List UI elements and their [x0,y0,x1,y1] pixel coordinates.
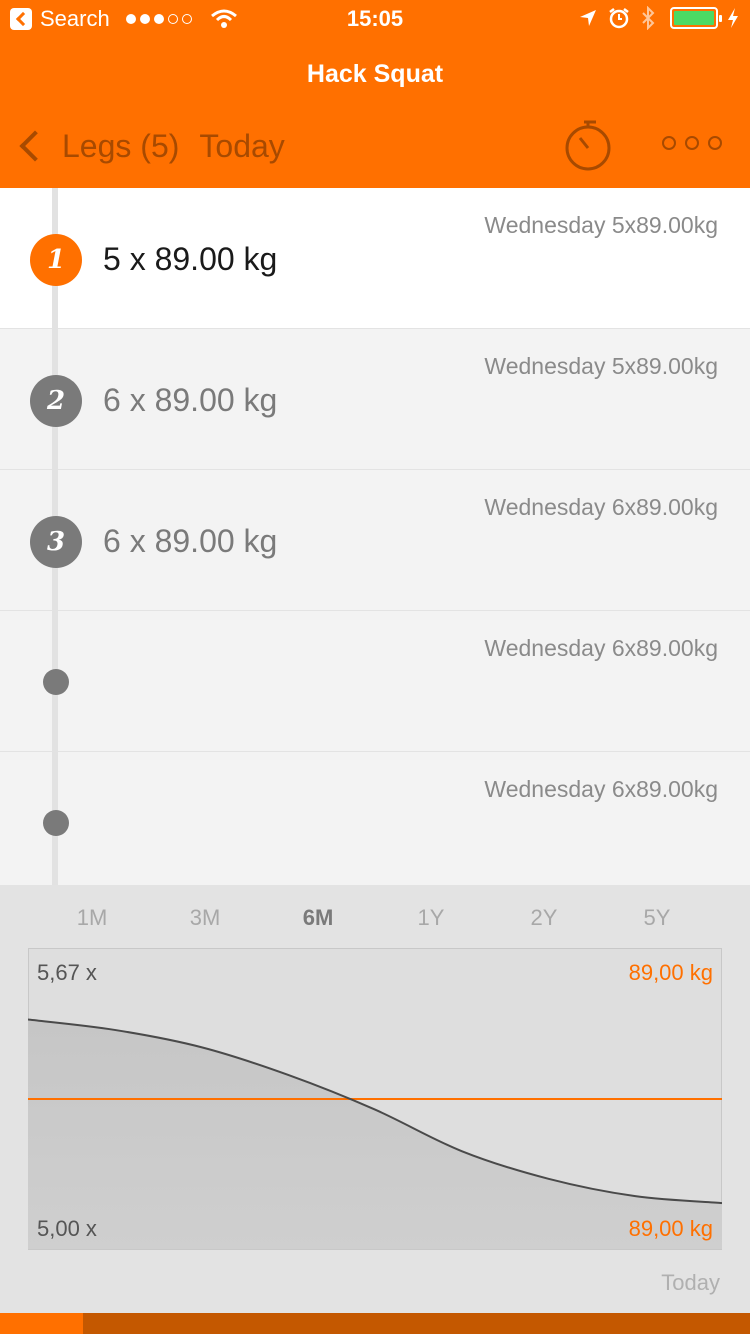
timeline-dot [43,810,69,836]
alarm-icon [609,8,629,29]
chart-canvas [28,948,722,1250]
app-header: Search 15:05 Hack Squat Legs (5) Today [0,0,750,188]
set-row-empty[interactable]: Wednesday 6x89.00kg [0,752,750,893]
set-row[interactable]: Wednesday 5x89.00kg 2 6 x 89.00 kg [0,329,750,470]
history-panel: 1M 3M 6M 1Y 2Y 5Y 5,67 x 89,00 kg 5,00 x… [0,885,750,1315]
previous-set-label: Wednesday 5x89.00kg [484,353,718,379]
more-options-button[interactable] [662,128,722,158]
previous-set-label: Wednesday 6x89.00kg [484,776,718,802]
charging-icon [728,8,738,28]
bottom-progress-bar [0,1313,750,1334]
range-1m[interactable]: 1M [42,905,142,931]
set-list: Wednesday 5x89.00kg 1 5 x 89.00 kg Wedne… [0,188,750,893]
more-dots-icon [662,136,676,150]
bluetooth-icon [642,6,655,30]
set-row-empty[interactable]: Wednesday 6x89.00kg [0,611,750,752]
set-value: 6 x 89.00 kg [103,382,278,418]
location-arrow-icon [580,10,596,26]
back-label: Legs (5) [62,127,180,164]
reps-max-label: 5,67 x [37,960,97,985]
chevron-left-icon [19,130,51,162]
battery-icon [670,7,722,29]
bottom-progress-segment [0,1313,83,1334]
history-chart: 5,67 x 89,00 kg 5,00 x 89,00 kg [28,948,722,1250]
range-5y[interactable]: 5Y [607,905,707,931]
stopwatch-icon[interactable] [560,118,616,174]
set-value: 5 x 89.00 kg [103,241,278,277]
previous-set-label: Wednesday 5x89.00kg [484,212,718,238]
set-number-badge: 2 [30,375,82,427]
weight-max-label: 89,00 kg [628,960,713,985]
weight-min-label: 89,00 kg [628,1216,713,1241]
exercise-title: Hack Squat [306,60,444,88]
set-row[interactable]: Wednesday 5x89.00kg 1 5 x 89.00 kg [0,188,750,329]
back-button[interactable]: Legs (5) Today [14,118,285,174]
set-value: 6 x 89.00 kg [103,523,278,559]
timeline-dot [43,669,69,695]
set-row[interactable]: Wednesday 6x89.00kg 3 6 x 89.00 kg [0,470,750,611]
set-number-badge: 1 [30,234,82,286]
range-selector: 1M 3M 6M 1Y 2Y 5Y [0,905,750,935]
set-number-badge: 3 [30,516,82,568]
status-bar-right [578,6,740,30]
nav-row: Legs (5) Today [0,118,750,174]
range-2y[interactable]: 2Y [494,905,594,931]
range-6m[interactable]: 6M [268,905,368,931]
range-1y[interactable]: 1Y [381,905,481,931]
range-3m[interactable]: 3M [155,905,255,931]
today-label: Today [199,127,285,164]
status-bar: Search 15:05 [0,0,750,40]
previous-set-label: Wednesday 6x89.00kg [484,635,718,661]
chart-today-label: Today [661,1270,720,1295]
reps-min-label: 5,00 x [37,1216,97,1241]
previous-set-label: Wednesday 6x89.00kg [484,494,718,520]
